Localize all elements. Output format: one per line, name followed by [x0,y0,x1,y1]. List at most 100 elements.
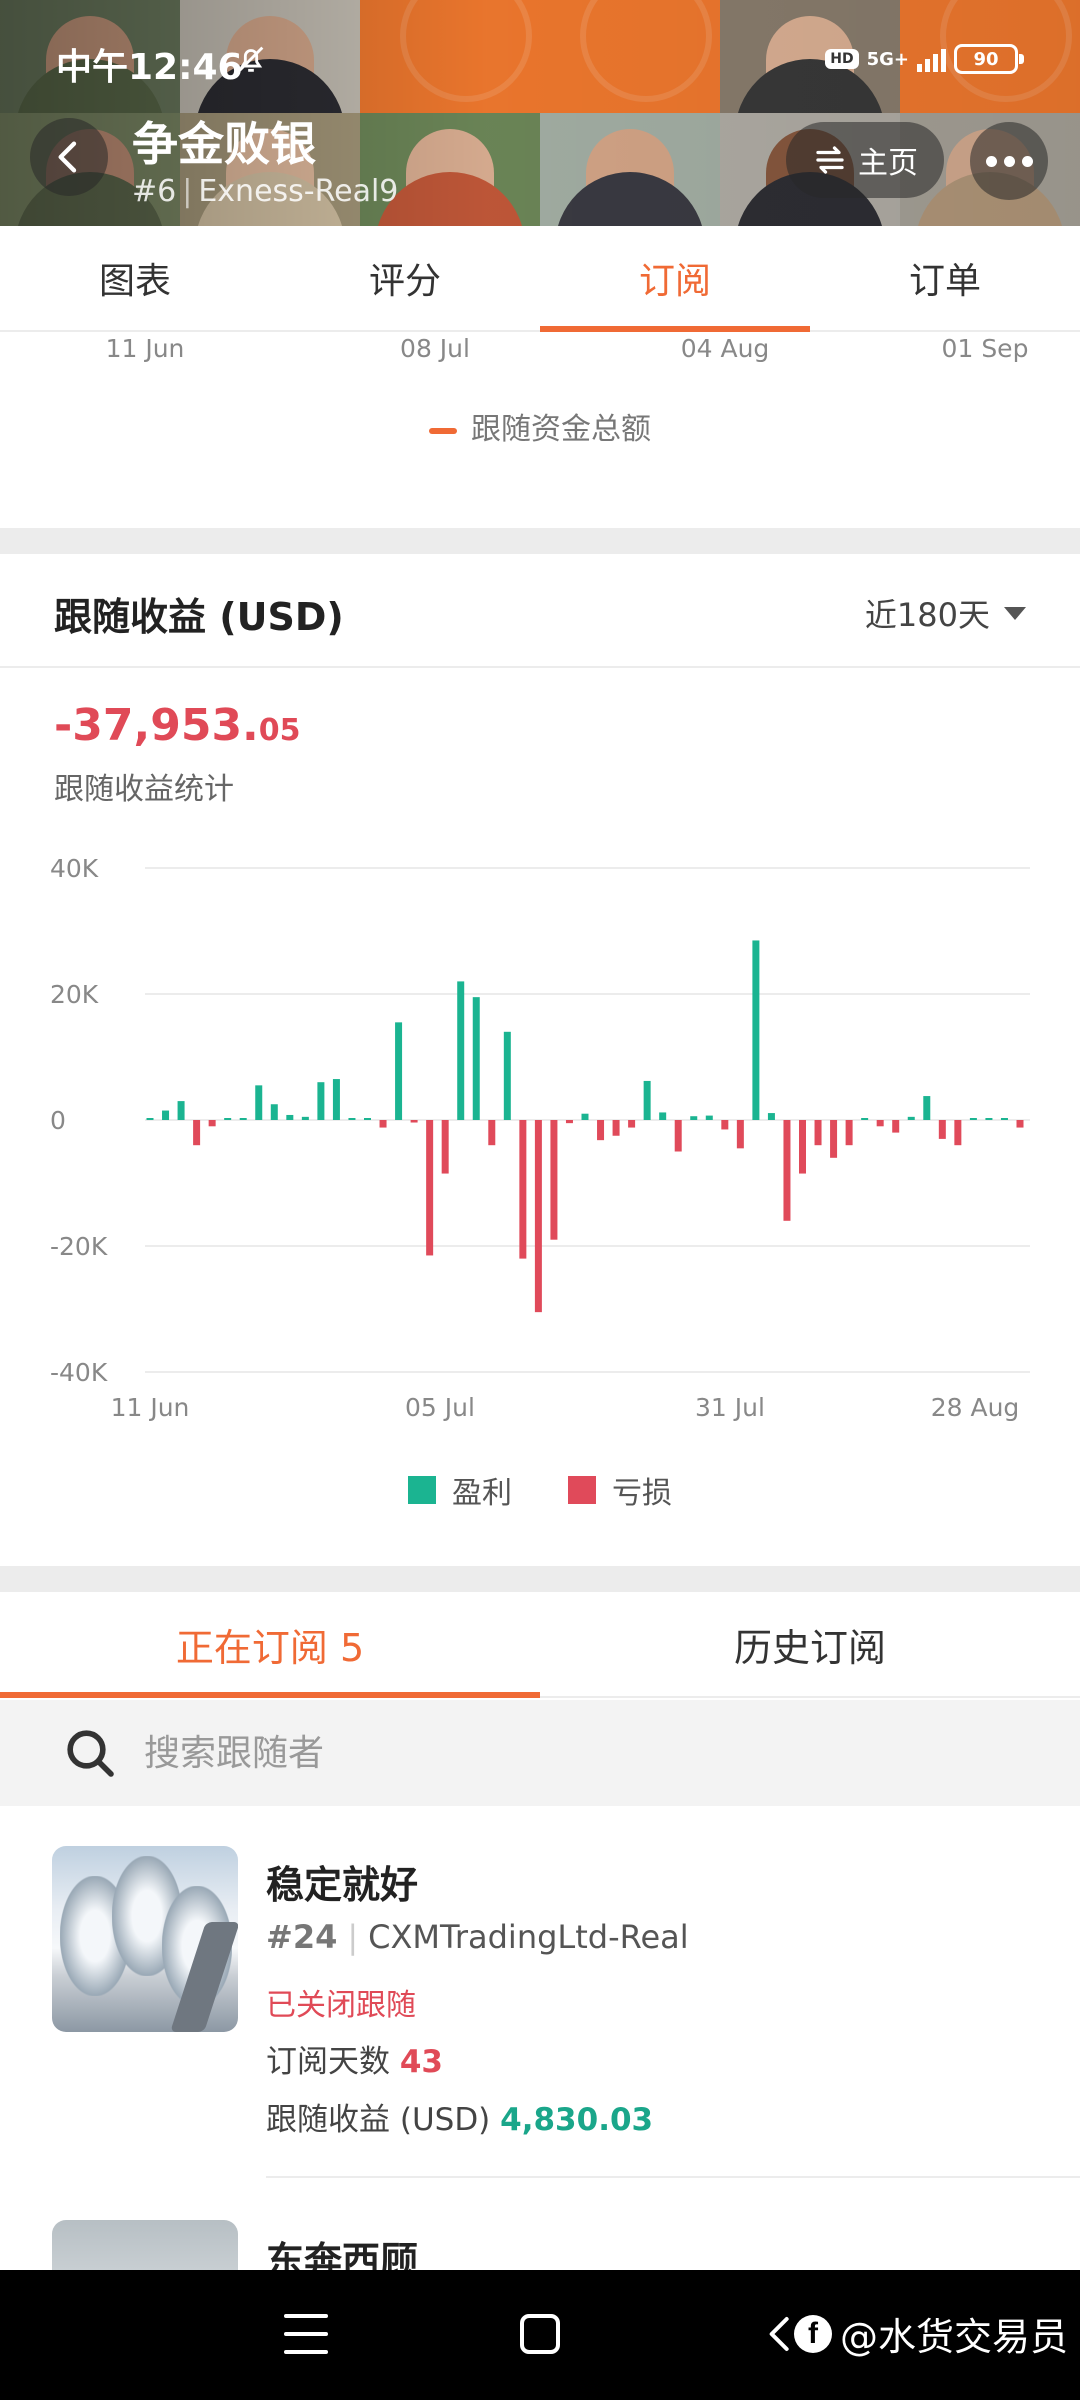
status-time: 中午12:46 [56,47,243,88]
tab-current-subscriptions[interactable]: 正在订阅 5 [0,1592,540,1698]
loss-bar [379,1120,387,1128]
loss-bar [799,1120,806,1174]
period-dropdown[interactable]: 近180天 [865,590,1026,636]
profit-bar [690,1116,698,1120]
profit-bar [705,1115,713,1120]
x-tick-label: 28 Aug [931,1393,1020,1422]
profit-bar [146,1118,154,1120]
loss-bar [534,1120,542,1313]
back-button[interactable] [30,118,108,196]
y-tick-label: 0 [50,1106,66,1135]
legend-profit: 盈利 [408,1468,512,1512]
follower-rank: #24 [266,1918,338,1956]
recent-apps-button[interactable] [284,2314,328,2354]
system-nav-bar: f @水货交易员 [0,2270,1080,2400]
loss-bar [721,1120,729,1130]
section-divider [0,528,1080,554]
period-value: 近180天 [864,596,990,634]
watermark: f @水货交易员 [793,2306,1068,2361]
loss-bar [892,1120,900,1133]
profit-bar [969,1118,977,1120]
x-tick-label: 11 Jun [111,1393,190,1422]
profit-bar [286,1114,294,1120]
loss-bar [488,1120,496,1146]
y-tick-label: -40K [50,1358,108,1387]
tab-rating[interactable]: 评分 [270,226,540,330]
network-type: 5G+ [866,48,909,70]
profit-bar [1000,1118,1008,1120]
profit-bar [907,1116,915,1120]
tab-chart[interactable]: 图表 [0,226,270,330]
bell-muted-icon [238,46,264,72]
y-tick-label: 40K [50,854,99,883]
loss-bar [565,1120,573,1124]
chart-legend: 盈利 亏损 [0,1468,1080,1512]
prev-legend-label: 跟随资金总额 [471,412,651,447]
profit-bar [348,1118,356,1120]
loss-bar [441,1120,449,1174]
search-icon [67,1730,114,1777]
profit-bar [752,940,760,1120]
loss-bar [674,1120,682,1152]
profit-bar [224,1118,232,1120]
loss-bar [876,1120,884,1127]
tab-history-subscriptions[interactable]: 历史订阅 [540,1592,1080,1696]
main-tabs: 图表 评分 订阅 订单 [0,226,1080,332]
loss-bar [519,1120,527,1259]
profit-bar [255,1085,263,1120]
total-profit-label: 跟随收益统计 [54,772,234,807]
profit-bar [332,1079,340,1120]
more-options-button[interactable] [970,122,1048,200]
loss-bar [736,1120,744,1149]
signal-icon [917,46,946,72]
follower-status: 已关闭跟随 [266,1988,416,2023]
chevron-left-icon [58,141,77,173]
profit-bar [177,1101,185,1120]
follower-item[interactable]: 东奔西顾 [0,2220,1080,2270]
home-button[interactable]: 主页 [786,122,944,198]
caret-down-icon [1004,606,1026,620]
follower-account: CXMTradingLtd-Real [368,1918,689,1956]
profit-bar-chart: 40K 20K 0 -20K -40K11 Jun 05 Jul 31 Jul 28 Aug [50,854,1030,1422]
follower-avatar [52,1846,238,2032]
loss-bar [938,1120,946,1139]
x-tick-label: 31 Jul [695,1393,765,1422]
loss-bar [845,1120,853,1146]
profit-bar [457,981,465,1120]
profit-bar [985,1118,993,1120]
follower-profit: 跟随收益 (USD) 4,830.03 [266,2102,654,2138]
prev-chart-legend: 跟随资金总额 [0,404,1080,448]
loss-bar [597,1120,605,1141]
battery-icon: 90 [954,44,1024,74]
profit-bar [767,1113,775,1120]
prev-x-tick: 04 Aug [680,334,770,363]
x-tick-label: 05 Jul [405,1393,475,1422]
follower-name: 稳定就好 [266,1863,419,1907]
trader-header: 中午12:46 HD 5G+ 90 争金败银 #6 | Exness-Real9 主… [0,0,1080,226]
trader-name: 争金败银 [132,117,316,171]
search-followers-input[interactable] [144,1732,944,1774]
profit-bar [270,1104,278,1120]
trader-rank: #6 [132,174,177,209]
follower-avatar [52,2220,238,2270]
profit-bar [162,1110,170,1120]
swap-icon [816,146,844,174]
loss-bar [612,1120,620,1136]
loss-bar [193,1120,201,1146]
profit-bar [317,1082,325,1120]
prev-x-tick: 11 Jun [105,334,185,363]
loss-bar [410,1120,418,1123]
tab-subscription[interactable]: 订阅 [540,226,810,332]
total-profit-value: -37,953.05 [54,700,301,751]
loss-bar [954,1120,962,1146]
loss-bar [814,1120,822,1146]
trader-account: Exness-Real9 [198,174,399,209]
profit-bar [239,1118,247,1120]
tab-orders[interactable]: 订单 [810,226,1080,330]
follower-item[interactable]: 稳定就好 #24 | CXMTradingLtd-Real 已关闭跟随 订阅天数 4… [0,1846,1080,2178]
trader-account-line: #6 | Exness-Real9 [132,174,399,209]
home-nav-button[interactable] [520,2314,560,2354]
loss-bar [783,1120,791,1221]
y-tick-label: 20K [50,980,99,1009]
profit-bar [861,1118,869,1120]
